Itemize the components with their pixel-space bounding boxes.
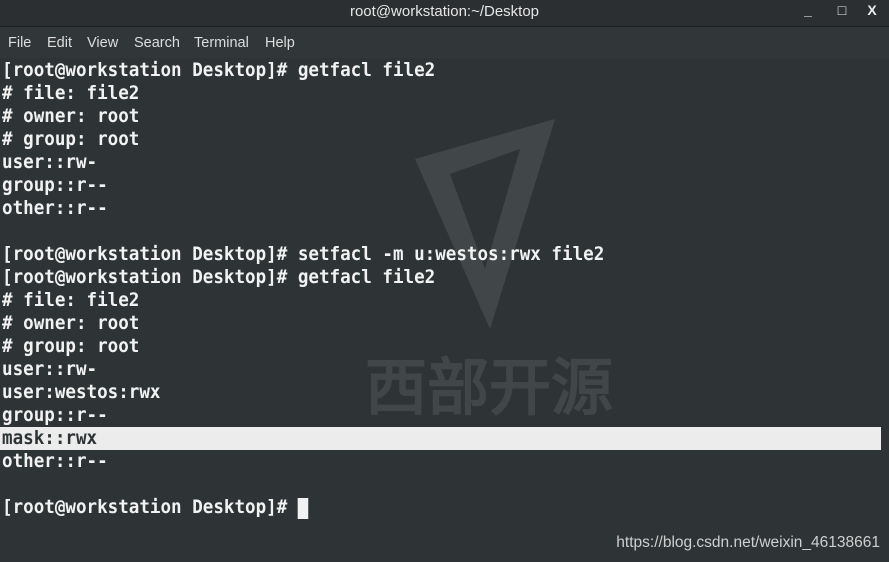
terminal-line: [root@workstation Desktop]# getfacl file… [2,59,435,82]
menu-search[interactable]: Search [134,35,180,51]
close-button[interactable]: X [862,2,882,18]
terminal-line-text: group::r-- [2,405,108,426]
terminal-line-text: # file: file2 [2,290,140,311]
terminal-line-text: # group: root [2,129,140,150]
terminal-area[interactable]: 西部开源 [root@workstation Desktop]# getfacl… [0,59,889,562]
terminal-line-text: # group: root [2,336,140,357]
menu-file[interactable]: File [8,35,31,51]
terminal-line: other::r-- [2,450,108,473]
window-title: root@workstation:~/Desktop [349,3,540,20]
terminal-line-text: [root@workstation Desktop]# getfacl file… [2,60,436,81]
terminal-cursor [297,497,309,519]
terminal-line: # owner: root [2,312,139,335]
menu-view[interactable]: View [87,35,118,51]
title-bar: root@workstation:~/Desktop _ □ X [0,0,889,27]
terminal-line-text: user:westos:rwx [2,382,161,403]
terminal-line: # owner: root [2,105,139,128]
menu-edit[interactable]: Edit [47,35,72,51]
terminal-line: [root@workstation Desktop]# setfacl -m u… [2,243,604,266]
menu-bar: File Edit View Search Terminal Help [0,27,889,58]
minimize-button[interactable]: _ [798,2,818,18]
terminal-line-text: user::rw- [2,152,98,173]
terminal-line-text: # owner: root [2,313,140,334]
terminal-line: user:westos:rwx [2,381,160,404]
svg-text:西部开源: 西部开源 [365,351,613,424]
terminal-line: group::r-- [2,174,108,197]
terminal-line-text: other::r-- [2,198,108,219]
menu-terminal[interactable]: Terminal [194,35,249,51]
terminal-line-text: other::r-- [2,451,108,472]
terminal-line-text: [root@workstation Desktop]# getfacl file… [2,267,436,288]
terminal-line-text: mask::rwx [2,428,98,449]
terminal-line: # group: root [2,335,139,358]
selected-line-highlight [0,427,881,450]
terminal-line-text: group::r-- [2,175,108,196]
maximize-button[interactable]: □ [832,2,852,18]
terminal-line: # file: file2 [2,82,139,105]
terminal-line-text: # owner: root [2,106,140,127]
terminal-line: group::r-- [2,404,108,427]
terminal-line: user::rw- [2,358,97,381]
menu-help[interactable]: Help [265,35,295,51]
terminal-line: # group: root [2,128,139,151]
terminal-line: user::rw- [2,151,97,174]
terminal-line-text: user::rw- [2,359,98,380]
terminal-line-text: [root@workstation Desktop]# [2,497,298,518]
terminal-line: # file: file2 [2,289,139,312]
terminal-line-text: # file: file2 [2,83,140,104]
terminal-line: other::r-- [2,197,108,220]
terminal-line-text: [root@workstation Desktop]# setfacl -m u… [2,244,605,265]
terminal-line: [root@workstation Desktop]# getfacl file… [2,266,435,289]
terminal-line: mask::rwx [2,427,97,450]
terminal-prompt-line: [root@workstation Desktop]# [2,496,309,519]
source-url: https://blog.csdn.net/weixin_46138661 [616,534,880,551]
